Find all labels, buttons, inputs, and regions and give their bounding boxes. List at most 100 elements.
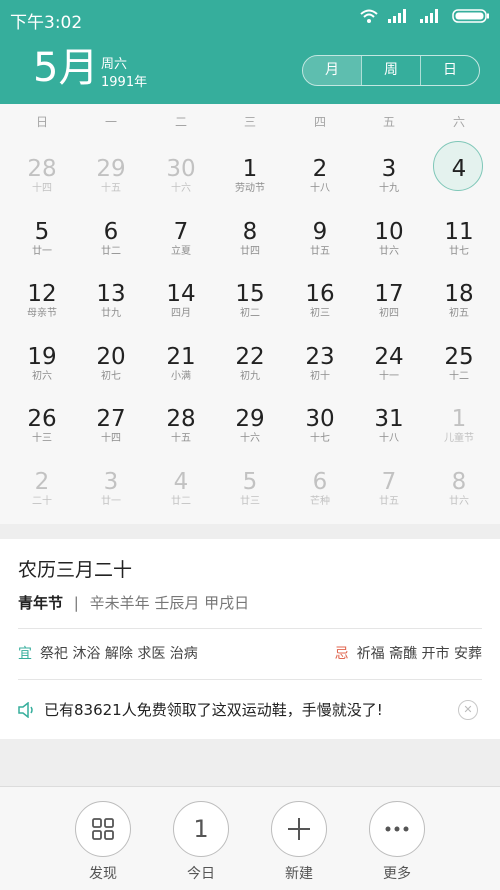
day-cell[interactable]: 5 廿一 xyxy=(7,217,77,279)
day-cell[interactable]: 28 十四 xyxy=(7,154,77,216)
day-number: 24 xyxy=(374,343,404,370)
day-cell[interactable]: 9 廿五 xyxy=(285,217,355,279)
day-cell[interactable]: 22 初九 xyxy=(215,342,285,404)
day-cell[interactable]: 24 十一 xyxy=(354,342,424,404)
lunar-date: 农历三月二十 xyxy=(18,559,133,581)
day-cell[interactable]: 8 廿四 xyxy=(215,217,285,279)
day-lunar-label: 廿一 xyxy=(101,495,121,507)
day-cell[interactable]: 11 廿七 xyxy=(424,217,494,279)
day-cell[interactable]: 2 二十 xyxy=(7,467,77,529)
day-lunar-label: 初十 xyxy=(310,370,330,382)
day-lunar-label: 廿七 xyxy=(449,245,469,257)
day-number: 8 xyxy=(242,218,258,245)
ji-items: 祈福 斋醮 开市 安葬 xyxy=(356,646,482,662)
day-cell[interactable]: 26 十三 xyxy=(7,404,77,466)
day-cell[interactable]: 29 十六 xyxy=(215,404,285,466)
day-lunar-label: 初七 xyxy=(101,370,121,382)
day-number: 21 xyxy=(166,343,196,370)
day-number: 10 xyxy=(374,218,404,245)
day-cell[interactable]: 31 十八 xyxy=(354,404,424,466)
today-button[interactable]: 1 今日 xyxy=(171,801,231,883)
day-lunar-label: 立夏 xyxy=(171,245,191,257)
day-cell[interactable]: 14 四月 xyxy=(146,279,216,341)
day-lunar-label: 初三 xyxy=(310,308,330,319)
day-cell[interactable]: 7 立夏 xyxy=(146,217,216,279)
battery-icon xyxy=(452,9,489,23)
day-cell[interactable]: 21 小满 xyxy=(146,342,216,404)
day-lunar-label: 廿五 xyxy=(379,495,399,507)
day-lunar-label: 初九 xyxy=(240,370,260,382)
day-number: 18 xyxy=(444,281,474,307)
day-number: 28 xyxy=(166,406,196,432)
day-cell[interactable]: 12 母亲节 xyxy=(7,279,77,341)
day-number: 22 xyxy=(235,343,265,370)
more-button[interactable]: 更多 xyxy=(367,801,427,883)
new-label: 新建 xyxy=(285,866,313,882)
day-number: 5 xyxy=(34,218,50,245)
year-label: 1991年 xyxy=(101,75,148,90)
day-cell[interactable]: 17 初四 xyxy=(354,279,424,341)
day-cell[interactable]: 29 十五 xyxy=(76,154,146,216)
divider xyxy=(18,628,482,629)
day-number: 26 xyxy=(27,406,57,432)
wifi-icon xyxy=(360,9,378,23)
day-cell[interactable]: 20 初七 xyxy=(76,342,146,404)
day-lunar-label: 十三 xyxy=(32,433,52,444)
day-number: 14 xyxy=(166,281,196,307)
day-cell[interactable]: 6 芒种 xyxy=(285,467,355,529)
day-cell[interactable]: 15 初二 xyxy=(215,279,285,341)
day-cell[interactable]: 13 廿九 xyxy=(76,279,146,341)
day-cell[interactable]: 28 十五 xyxy=(146,404,216,466)
weekday-header: 四 xyxy=(313,115,326,129)
tab-month[interactable]: 月 xyxy=(303,56,361,85)
day-cell[interactable]: 4 廿二 xyxy=(146,467,216,529)
today-icon: 1 xyxy=(173,801,229,857)
day-cell[interactable]: 10 廿六 xyxy=(354,217,424,279)
tab-day[interactable]: 日 xyxy=(420,56,479,85)
day-lunar-label: 小满 xyxy=(171,370,191,382)
day-lunar-label: 十九 xyxy=(379,183,399,194)
day-lunar-label: 四月 xyxy=(171,308,191,319)
day-lunar-label: 十二 xyxy=(449,370,469,382)
day-number: 7 xyxy=(381,468,397,495)
day-cell[interactable]: 23 初十 xyxy=(285,342,355,404)
weekday-header: 五 xyxy=(382,115,395,129)
day-cell[interactable]: 27 十四 xyxy=(76,404,146,466)
day-lunar-label: 十五 xyxy=(171,433,191,444)
day-cell[interactable]: 5 廿三 xyxy=(215,467,285,529)
day-cell[interactable]: 19 初六 xyxy=(7,342,77,404)
day-cell[interactable]: 30 十六 xyxy=(146,154,216,216)
day-cell[interactable]: 18 初五 xyxy=(424,279,494,341)
day-cell[interactable]: 3 廿一 xyxy=(76,467,146,529)
yi-row[interactable]: 宜祭祀 沐浴 解除 求医 治病 xyxy=(18,643,198,663)
day-cell[interactable]: 8 廿六 xyxy=(424,467,494,529)
day-cell[interactable]: 30 十七 xyxy=(285,404,355,466)
discover-label: 发现 xyxy=(89,866,117,882)
day-lunar-label: 初四 xyxy=(379,308,399,319)
day-cell[interactable]: 6 廿二 xyxy=(76,217,146,279)
day-cell[interactable]: 1 儿童节 xyxy=(424,404,494,466)
close-icon[interactable]: ✕ xyxy=(458,700,478,720)
day-number: 1 xyxy=(451,406,467,432)
weekday-header: 二 xyxy=(174,115,187,129)
ad-banner[interactable]: 已有83621人免费领取了这双运动鞋，手慢就没了! xyxy=(18,699,383,720)
day-lunar-label: 十八 xyxy=(379,433,399,444)
day-lunar-label: 十四 xyxy=(101,433,121,444)
day-lunar-label: 初二 xyxy=(240,308,260,319)
day-cell[interactable]: 1 劳动节 xyxy=(215,154,285,216)
tab-week[interactable]: 周 xyxy=(361,56,420,85)
day-number: 20 xyxy=(96,343,126,370)
ji-row[interactable]: 忌祈福 斋醮 开市 安葬 xyxy=(335,643,482,663)
day-cell[interactable]: 3 十九 xyxy=(354,154,424,216)
status-time: 下午3:02 xyxy=(10,13,83,33)
day-lunar-label: 二十 xyxy=(32,495,52,507)
discover-button[interactable]: 发现 xyxy=(73,801,133,883)
day-cell[interactable]: 25 十二 xyxy=(424,342,494,404)
day-cell[interactable]: 7 廿五 xyxy=(354,467,424,529)
day-number: 4 xyxy=(451,156,467,182)
day-cell-selected[interactable]: 4 xyxy=(424,141,494,216)
yi-label: 宜 xyxy=(18,646,32,662)
new-button[interactable]: 新建 xyxy=(269,801,329,883)
day-cell[interactable]: 2 十八 xyxy=(285,154,355,216)
day-cell[interactable]: 16 初三 xyxy=(285,279,355,341)
